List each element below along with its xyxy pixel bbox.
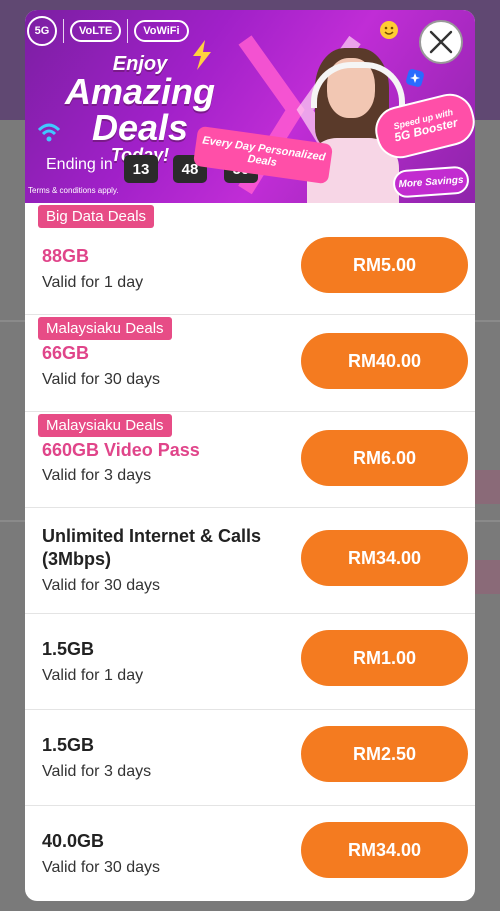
deal-price-button[interactable]: RM2.50 [301, 726, 468, 782]
deals-modal: 5G VoLTE VoWiFi Enjoy Amazing Deals Toda… [25, 10, 475, 901]
deal-validity: Valid for 3 days [42, 467, 152, 484]
deal-title: 88GB [42, 246, 90, 266]
volte-badge: VoLTE [70, 20, 122, 42]
deal-title: 66GB [42, 343, 90, 363]
deal-validity: Valid for 30 days [42, 371, 160, 388]
terms-text: Terms & conditions apply. [28, 186, 119, 195]
deals-list: Big Data Deals 88GB Valid for 1 day RM5.… [25, 203, 475, 901]
deal-row[interactable]: 1.5GB Valid for 3 days RM2.50 [25, 710, 475, 806]
deal-tag: Malaysiaku Deals [38, 414, 172, 437]
headline-line: Amazing [64, 71, 215, 112]
deal-price-button[interactable]: RM34.00 [301, 822, 468, 878]
deal-validity: Valid for 3 days [42, 763, 152, 780]
sparkle-icon [406, 69, 424, 87]
promo-banner[interactable]: 5G VoLTE VoWiFi Enjoy Amazing Deals Toda… [25, 10, 475, 203]
deal-tag: Malaysiaku Deals [38, 317, 172, 340]
deal-title: 1.5GB [42, 735, 95, 755]
deal-title: 40.0GB [42, 831, 105, 851]
deal-validity: Valid for 1 day [42, 667, 144, 684]
deal-price-button[interactable]: RM40.00 [301, 333, 468, 389]
ending-label: Ending in [46, 156, 113, 173]
deal-row[interactable]: Malaysiaku Deals 66GB Valid for 30 days … [25, 315, 475, 412]
emoji-icon [380, 21, 398, 39]
deal-title: Unlimited Internet & Calls (3Mbps) [42, 526, 262, 569]
close-icon [429, 30, 453, 54]
deal-tag: Big Data Deals [38, 205, 155, 228]
deal-row[interactable]: Big Data Deals 88GB Valid for 1 day RM5.… [25, 203, 475, 315]
deal-row[interactable]: Malaysiaku Deals 660GB Video Pass Valid … [25, 412, 475, 508]
deal-row[interactable]: Unlimited Internet & Calls (3Mbps) Valid… [25, 508, 475, 614]
deal-price-button[interactable]: RM34.00 [301, 530, 468, 586]
deal-row[interactable]: 40.0GB Valid for 30 days RM34.00 [25, 806, 475, 901]
badge-divider [63, 19, 64, 43]
deal-validity: Valid for 30 days [42, 577, 160, 594]
close-button[interactable] [419, 20, 463, 64]
deal-price-button[interactable]: RM5.00 [301, 237, 468, 293]
deal-title: 660GB Video Pass [42, 440, 200, 460]
deal-row[interactable]: 1.5GB Valid for 1 day RM1.00 [25, 614, 475, 710]
vowifi-badge: VoWiFi [134, 20, 189, 42]
deal-price-button[interactable]: RM1.00 [301, 630, 468, 686]
more-savings-button[interactable]: More Savings [392, 165, 470, 199]
deal-price-button[interactable]: RM6.00 [301, 430, 468, 486]
countdown-hours: 13 [124, 155, 158, 183]
badge-divider [127, 19, 129, 43]
deal-validity: Valid for 1 day [42, 274, 144, 291]
deal-title: 1.5GB [42, 639, 95, 659]
5g-logo-icon: 5G [27, 16, 57, 46]
deal-validity: Valid for 30 days [42, 859, 160, 876]
network-badges: 5G VoLTE VoWiFi [27, 16, 189, 46]
